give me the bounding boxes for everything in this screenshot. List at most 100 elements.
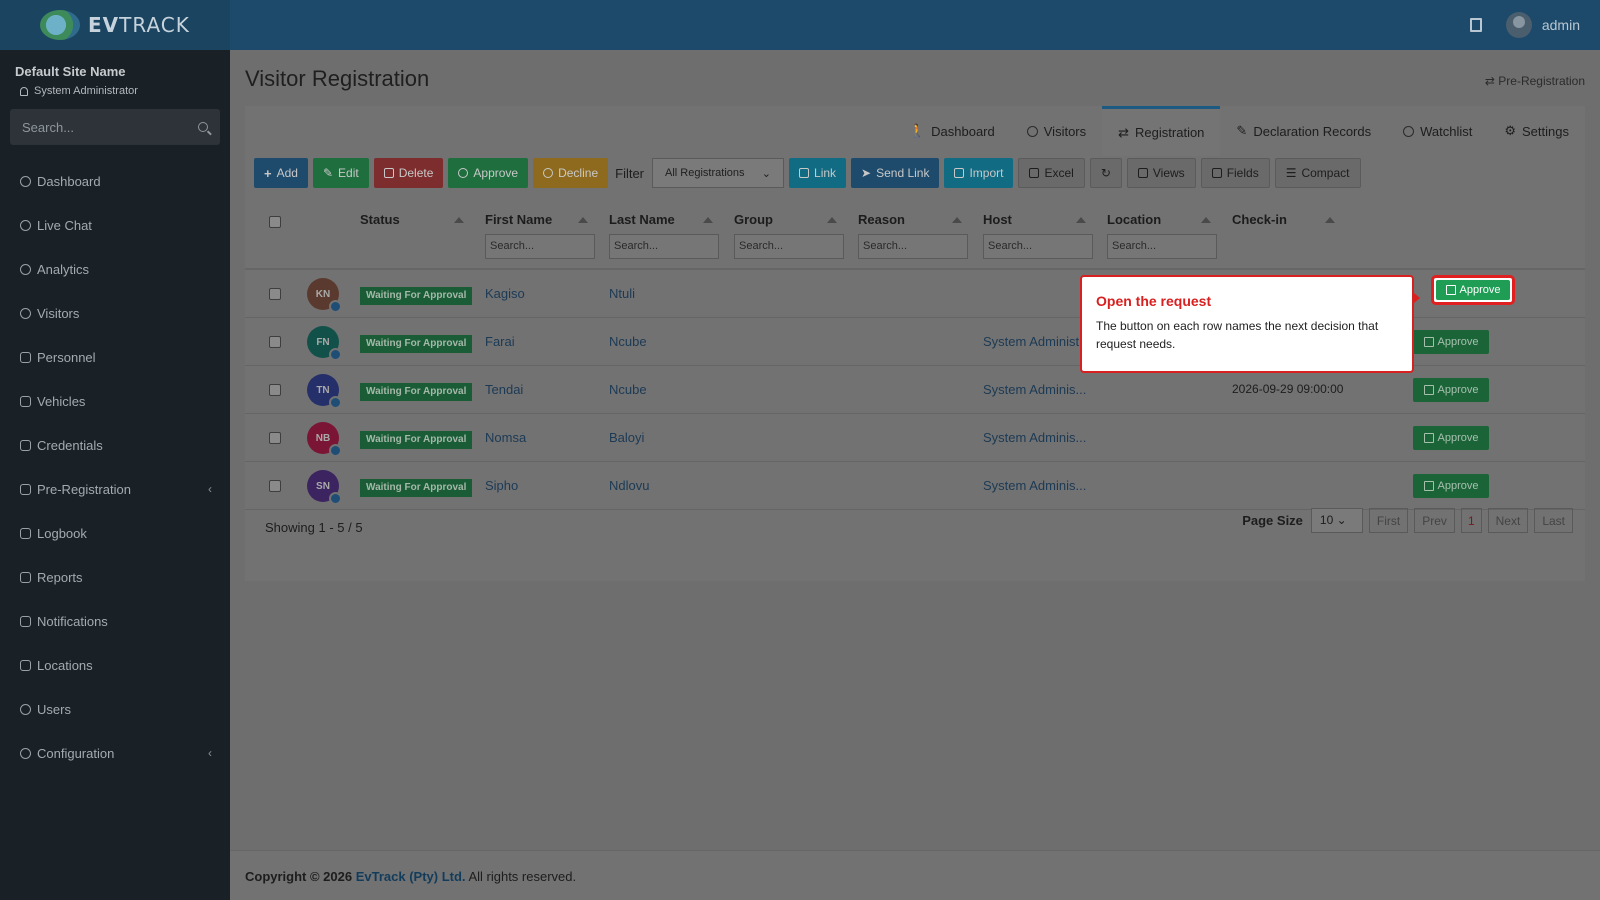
decline-button[interactable]: Decline <box>533 158 609 188</box>
table-row[interactable]: NB Waiting For Approval Nomsa Baloyi Sys… <box>245 414 1585 462</box>
last-name-cell[interactable]: Baloyi <box>609 430 644 445</box>
add-button[interactable]: + Add <box>254 158 308 188</box>
last-name-cell[interactable]: Ntuli <box>609 286 635 301</box>
prev-page-button[interactable]: Prev <box>1414 508 1455 533</box>
tab-watchlist[interactable]: Watchlist <box>1387 106 1488 156</box>
filter-select[interactable]: All Registrations ⌄ <box>652 158 785 188</box>
row-approve-button[interactable]: Approve <box>1413 426 1489 450</box>
column-header-group[interactable]: Group <box>734 212 773 227</box>
row-checkbox[interactable] <box>269 432 281 444</box>
message-icon <box>20 615 31 627</box>
company-link[interactable]: EvTrack (Pty) Ltd. <box>356 869 466 884</box>
reason-search-input[interactable]: Search... <box>858 234 968 259</box>
tab-settings[interactable]: ⚙ Settings <box>1488 106 1585 156</box>
sidebar-item-pre-registration[interactable]: Pre-Registration ‹ <box>0 467 230 511</box>
sidebar-item-analytics[interactable]: Analytics <box>0 247 230 291</box>
import-button[interactable]: Import <box>944 158 1014 188</box>
sidebar-item-vehicles[interactable]: Vehicles <box>0 379 230 423</box>
excel-button[interactable]: Excel <box>1018 158 1085 188</box>
sidebar-item-locations[interactable]: Locations <box>0 643 230 687</box>
send-link-button[interactable]: ➤ Send Link <box>851 158 940 188</box>
sidebar-item-users[interactable]: Users <box>0 687 230 731</box>
first-name-cell[interactable]: Tendai <box>485 382 523 397</box>
first-name-cell[interactable]: Sipho <box>485 478 518 493</box>
sort-icon[interactable] <box>454 217 464 223</box>
page-size-select[interactable]: 10 ⌄ <box>1310 508 1363 533</box>
first-page-button[interactable]: First <box>1368 508 1409 533</box>
last-name-cell[interactable]: Ncube <box>609 334 647 349</box>
column-header-reason[interactable]: Reason <box>858 212 905 227</box>
compact-button[interactable]: ☰ Compact <box>1274 158 1361 188</box>
last-name-cell[interactable]: Ncube <box>609 382 647 397</box>
last-name-search-input[interactable]: Search... <box>609 234 719 259</box>
next-page-button[interactable]: Next <box>1487 508 1529 533</box>
brand[interactable]: EVTRACK <box>0 0 230 50</box>
column-header-last-name[interactable]: Last Name <box>609 212 675 227</box>
row-approve-button[interactable]: Approve <box>1413 474 1489 498</box>
search-icon[interactable] <box>198 122 208 132</box>
book-icon[interactable] <box>1469 18 1482 32</box>
row-approve-button[interactable]: Approve <box>1413 378 1489 402</box>
views-button[interactable]: Views <box>1126 158 1196 188</box>
row-checkbox[interactable] <box>269 336 281 348</box>
fields-button[interactable]: Fields <box>1200 158 1270 188</box>
last-name-cell[interactable]: Ndlovu <box>609 478 649 493</box>
highlighted-approve-button[interactable]: Approve <box>1431 275 1515 305</box>
host-cell[interactable]: System Adminis... <box>983 430 1086 445</box>
tab-declaration-records[interactable]: ✎ Declaration Records <box>1220 106 1387 156</box>
sort-icon[interactable] <box>827 217 837 223</box>
sort-icon[interactable] <box>1076 217 1086 223</box>
user-menu[interactable]: admin <box>1505 12 1580 38</box>
sidebar-item-logbook[interactable]: Logbook <box>0 511 230 555</box>
location-search-input[interactable]: Search... <box>1107 234 1217 259</box>
host-cell[interactable]: System Adminis... <box>983 478 1086 493</box>
column-header-status[interactable]: Status <box>360 212 400 227</box>
host-search-input[interactable]: Search... <box>983 234 1093 259</box>
sidebar-item-live-chat[interactable]: Live Chat <box>0 203 230 247</box>
table-row[interactable]: SN Waiting For Approval Sipho Ndlovu Sys… <box>245 462 1585 510</box>
sidebar-search[interactable]: Search... <box>10 109 220 145</box>
tab-visitors[interactable]: Visitors <box>1011 106 1102 156</box>
row-checkbox[interactable] <box>269 384 281 396</box>
column-header-host[interactable]: Host <box>983 212 1012 227</box>
gear-icon: ⚙ <box>1504 123 1517 138</box>
sidebar-item-reports[interactable]: Reports <box>0 555 230 599</box>
first-name-search-input[interactable]: Search... <box>485 234 595 259</box>
tab-registration[interactable]: ⇄ Registration <box>1102 106 1221 156</box>
last-page-button[interactable]: Last <box>1534 508 1573 533</box>
current-page-button[interactable]: 1 <box>1460 508 1482 533</box>
tab-dashboard[interactable]: 🚶 Dashboard <box>893 106 1011 156</box>
sort-icon[interactable] <box>1325 217 1335 223</box>
sort-icon[interactable] <box>1201 217 1211 223</box>
approve-toolbar-button[interactable]: Approve <box>448 158 529 188</box>
first-name-cell[interactable]: Nomsa <box>485 430 526 445</box>
column-header-location[interactable]: Location <box>1107 212 1161 227</box>
edit-button[interactable]: ✎ Edit <box>312 158 369 188</box>
sidebar-item-personnel[interactable]: Personnel <box>0 335 230 379</box>
approve-button[interactable]: Approve <box>1436 280 1510 300</box>
sidebar-item-configuration[interactable]: Configuration ‹ <box>0 731 230 775</box>
sort-icon[interactable] <box>952 217 962 223</box>
breadcrumb[interactable]: ⇄ Pre-Registration <box>1485 74 1585 88</box>
sort-icon[interactable] <box>578 217 588 223</box>
sidebar-item-visitors[interactable]: Visitors <box>0 291 230 335</box>
sidebar-item-notifications[interactable]: Notifications <box>0 599 230 643</box>
sidebar-item-dashboard[interactable]: Dashboard <box>0 159 230 203</box>
first-name-cell[interactable]: Farai <box>485 334 515 349</box>
group-search-input[interactable]: Search... <box>734 234 844 259</box>
chevron-left-icon: ‹ <box>208 482 212 496</box>
host-cell[interactable]: System Adminis... <box>983 382 1086 397</box>
delete-button[interactable]: Delete <box>373 158 444 188</box>
row-checkbox[interactable] <box>269 288 281 300</box>
select-all-checkbox[interactable] <box>269 216 281 228</box>
link-button[interactable]: Link <box>789 158 847 188</box>
table-row[interactable]: TN Waiting For Approval Tendai Ncube Sys… <box>245 366 1585 414</box>
row-approve-button[interactable]: Approve <box>1413 330 1489 354</box>
column-header-check-in[interactable]: Check-in <box>1232 212 1287 227</box>
refresh-button[interactable]: ↻ <box>1089 158 1122 188</box>
first-name-cell[interactable]: Kagiso <box>485 286 525 301</box>
sidebar-item-credentials[interactable]: Credentials <box>0 423 230 467</box>
column-header-first-name[interactable]: First Name <box>485 212 552 227</box>
row-checkbox[interactable] <box>269 480 281 492</box>
sort-icon[interactable] <box>703 217 713 223</box>
